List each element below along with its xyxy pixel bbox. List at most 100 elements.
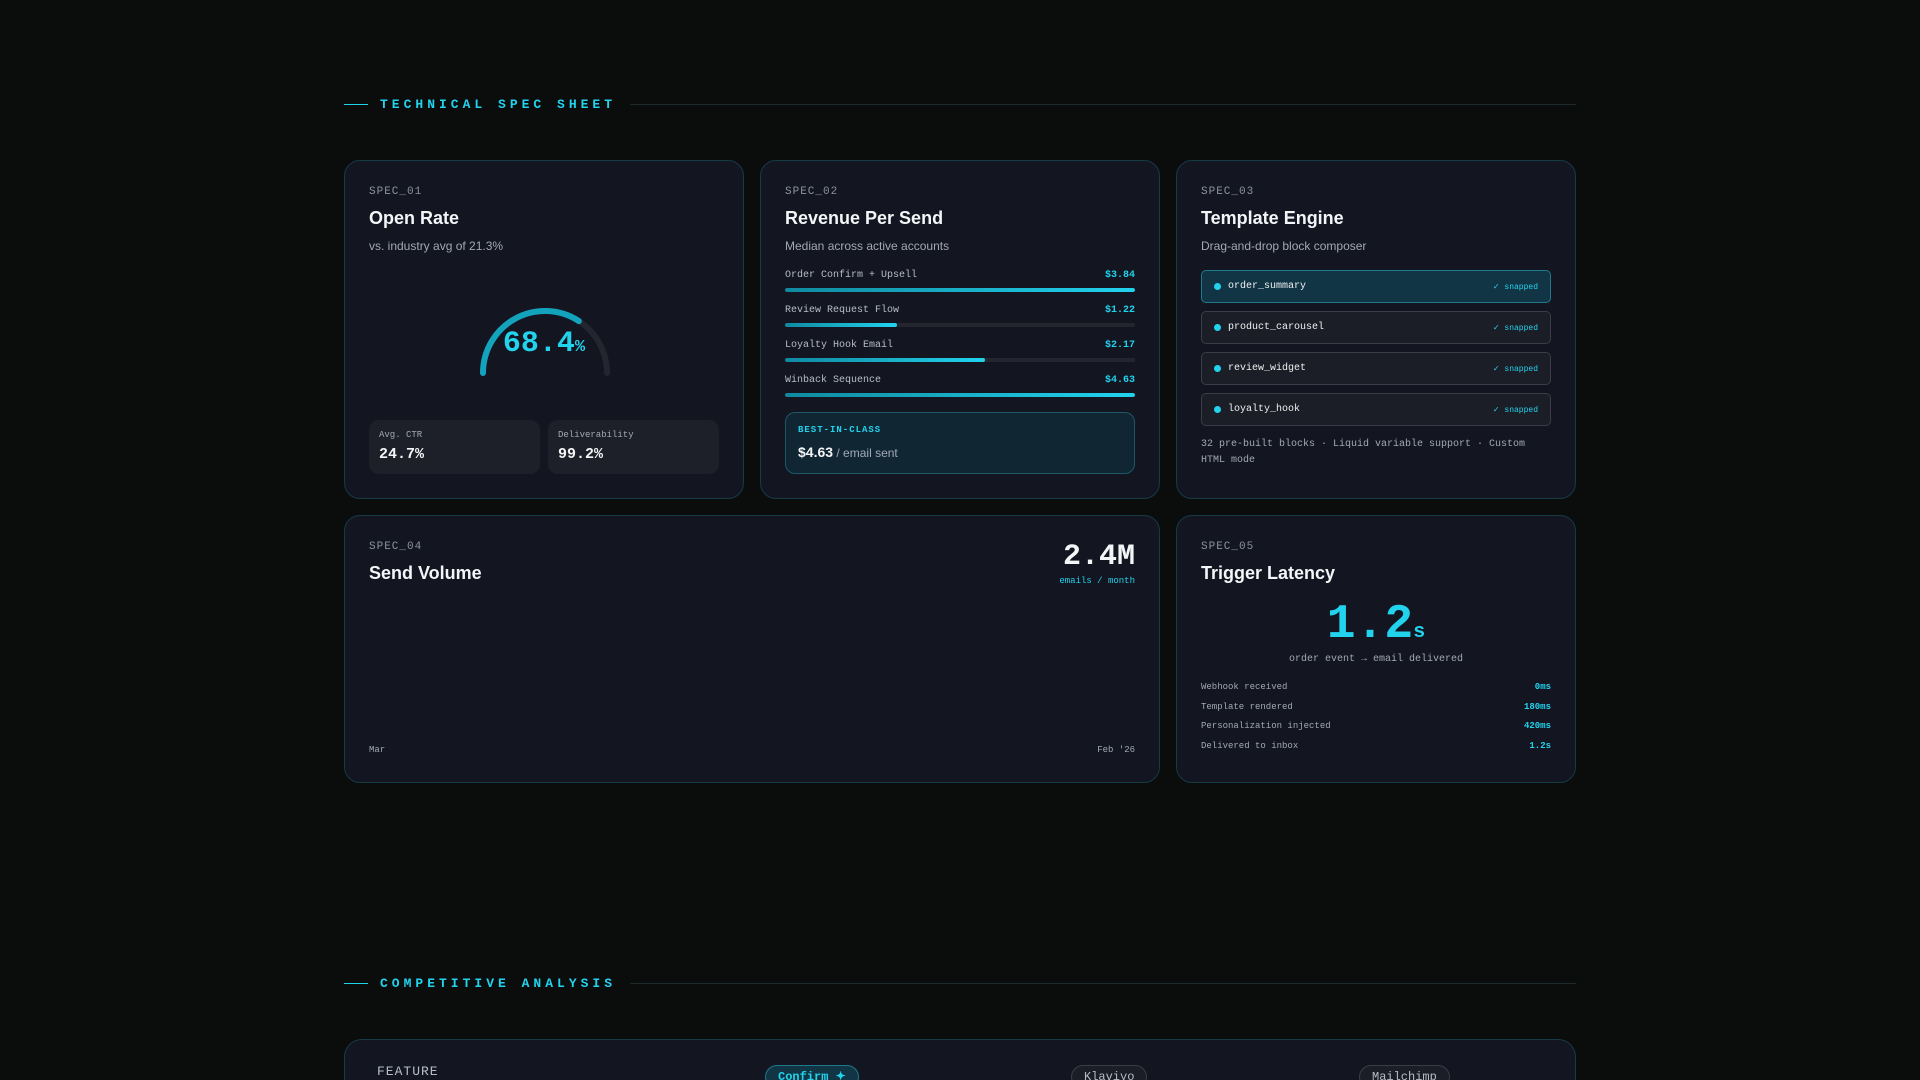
column-pill-mailchimp[interactable]: Mailchimp <box>1359 1065 1450 1080</box>
axis-start-label: Mar <box>369 745 386 755</box>
stat-value: 99.2% <box>558 446 604 463</box>
best-in-class-box: BEST-IN-CLASS $4.63 / email sent <box>785 412 1135 474</box>
revenue-row: Loyalty Hook Email $2.17 <box>785 340 1135 375</box>
card-template-engine: SPEC_03 Template Engine Drag-and-drop bl… <box>1176 160 1576 499</box>
revenue-name: Loyalty Hook Email <box>785 340 894 351</box>
card-title: Send Volume <box>369 563 482 583</box>
revenue-name: Order Confirm + Upsell <box>785 270 918 281</box>
card-title: Open Rate <box>369 208 460 228</box>
latency-step: Personalization injected 420ms <box>1201 721 1551 741</box>
block-dot-icon <box>1214 365 1221 372</box>
block-status: ✓ snapped <box>1492 282 1538 292</box>
latency-step: Webhook received 0ms <box>1201 682 1551 702</box>
best-tag: BEST-IN-CLASS <box>798 425 882 435</box>
stat-label: Avg. CTR <box>379 430 423 440</box>
card-revenue-per-send: SPEC_02 Revenue Per Send Median across a… <box>760 160 1160 499</box>
step-label: Webhook received <box>1201 682 1288 692</box>
block-name: order_summary <box>1228 281 1307 292</box>
step-value: 0ms <box>1534 682 1551 692</box>
revenue-track <box>785 393 1135 397</box>
section-rule <box>630 982 1576 984</box>
column-pill-confirm[interactable]: Confirm ✦ <box>765 1065 859 1080</box>
open-rate-unit: % <box>574 338 586 357</box>
block-status: ✓ snapped <box>1492 323 1538 333</box>
block-dot-icon <box>1214 283 1221 290</box>
block-name: loyalty_hook <box>1228 404 1301 415</box>
gauge-value: 68.4% <box>345 327 743 361</box>
step-value: 180ms <box>1523 701 1551 712</box>
revenue-bar <box>785 323 897 327</box>
card-send-volume: SPEC_04 Send Volume 2.4M emails / month … <box>344 515 1160 783</box>
step-value: 420ms <box>1523 721 1551 732</box>
block-status: ✓ snapped <box>1492 364 1538 374</box>
latency-steps: Webhook received 0ms Template rendered 180… <box>1201 682 1551 760</box>
block-status: ✓ snapped <box>1492 405 1538 415</box>
step-label: Personalization injected <box>1201 721 1331 732</box>
latency-value: 1.2 <box>1326 598 1414 652</box>
revenue-track <box>785 323 1135 327</box>
feature-column-header: FEATURE <box>377 1064 439 1079</box>
stat-deliverability: Deliverability 99.2% <box>548 420 719 474</box>
spec-id: SPEC_05 <box>1201 541 1255 553</box>
section-title: TECHNICAL SPEC SHEET <box>380 96 617 112</box>
axis-end-label: Feb '26 <box>1097 745 1135 755</box>
block-item[interactable]: loyalty_hook ✓ snapped <box>1201 393 1551 426</box>
revenue-bar <box>785 358 985 362</box>
block-name: review_widget <box>1228 363 1307 374</box>
spec-id: SPEC_04 <box>369 541 423 553</box>
revenue-amount: $1.22 <box>1104 305 1135 316</box>
send-volume-unit: emails / month <box>1059 576 1135 586</box>
card-subtitle: Median across active accounts <box>785 239 950 253</box>
best-suffix: / email sent <box>836 446 898 460</box>
revenue-amount: $4.63 <box>1104 375 1135 386</box>
step-label: Template rendered <box>1201 701 1293 712</box>
latency-unit: s <box>1413 621 1426 644</box>
section-title: COMPETITIVE ANALYSIS <box>380 975 617 991</box>
step-value: 1.2s <box>1529 740 1551 751</box>
section-dash <box>344 103 368 105</box>
revenue-bar <box>785 288 1135 292</box>
spec-id: SPEC_02 <box>785 186 839 198</box>
card-title: Trigger Latency <box>1201 563 1336 583</box>
revenue-list: Order Confirm + Upsell $3.84 Review Reque… <box>785 270 1135 410</box>
stat-ctr: Avg. CTR 24.7% <box>369 420 540 474</box>
template-footer: 32 pre-built blocks · Liquid variable su… <box>1201 439 1526 466</box>
card-subtitle: Drag-and-drop block composer <box>1201 239 1367 253</box>
revenue-row: Winback Sequence $4.63 <box>785 375 1135 410</box>
spec-id: SPEC_03 <box>1201 186 1255 198</box>
section-rule <box>630 103 1576 105</box>
section-header-spec: TECHNICAL SPEC SHEET <box>344 94 1576 114</box>
revenue-track <box>785 358 1135 362</box>
open-rate-value: 68.4 <box>502 327 575 361</box>
revenue-row: Order Confirm + Upsell $3.84 <box>785 270 1135 305</box>
stat-value: 24.7% <box>379 446 425 463</box>
best-line: $4.63 / email sent <box>798 444 1122 460</box>
section-header-competitive: COMPETITIVE ANALYSIS <box>344 973 1576 993</box>
send-volume-value: 2.4M <box>1062 540 1135 574</box>
card-subtitle: vs. industry avg of 21.3% <box>369 239 504 253</box>
card-open-rate: SPEC_01 Open Rate vs. industry avg of 21… <box>344 160 744 499</box>
block-item[interactable]: order_summary ✓ snapped <box>1201 270 1551 303</box>
latency-step: Delivered to inbox 1.2s <box>1201 741 1551 761</box>
latency-readout: 1.2s <box>1201 598 1551 652</box>
revenue-amount: $3.84 <box>1104 270 1135 281</box>
card-title: Template Engine <box>1201 208 1344 228</box>
latency-caption: order event → email delivered <box>1288 654 1464 665</box>
best-value: $4.63 <box>798 444 834 460</box>
revenue-bar <box>785 393 1135 397</box>
block-dot-icon <box>1214 406 1221 413</box>
card-trigger-latency: SPEC_05 Trigger Latency 1.2s order event… <box>1176 515 1576 783</box>
revenue-amount: $2.17 <box>1104 340 1135 351</box>
revenue-name: Winback Sequence <box>785 375 882 386</box>
block-item[interactable]: review_widget ✓ snapped <box>1201 352 1551 385</box>
block-item[interactable]: product_carousel ✓ snapped <box>1201 311 1551 344</box>
revenue-name: Review Request Flow <box>785 305 900 316</box>
step-label: Delivered to inbox <box>1201 740 1299 751</box>
spec-id: SPEC_01 <box>369 186 423 198</box>
latency-step: Template rendered 180ms <box>1201 702 1551 722</box>
column-pill-klaviyo[interactable]: Klaviyo <box>1071 1065 1148 1080</box>
comparison-table: FEATURE Confirm ✦ Klaviyo Mailchimp <box>344 1039 1576 1080</box>
card-title: Revenue Per Send <box>785 208 944 228</box>
block-dot-icon <box>1214 324 1221 331</box>
revenue-row: Review Request Flow $1.22 <box>785 305 1135 340</box>
